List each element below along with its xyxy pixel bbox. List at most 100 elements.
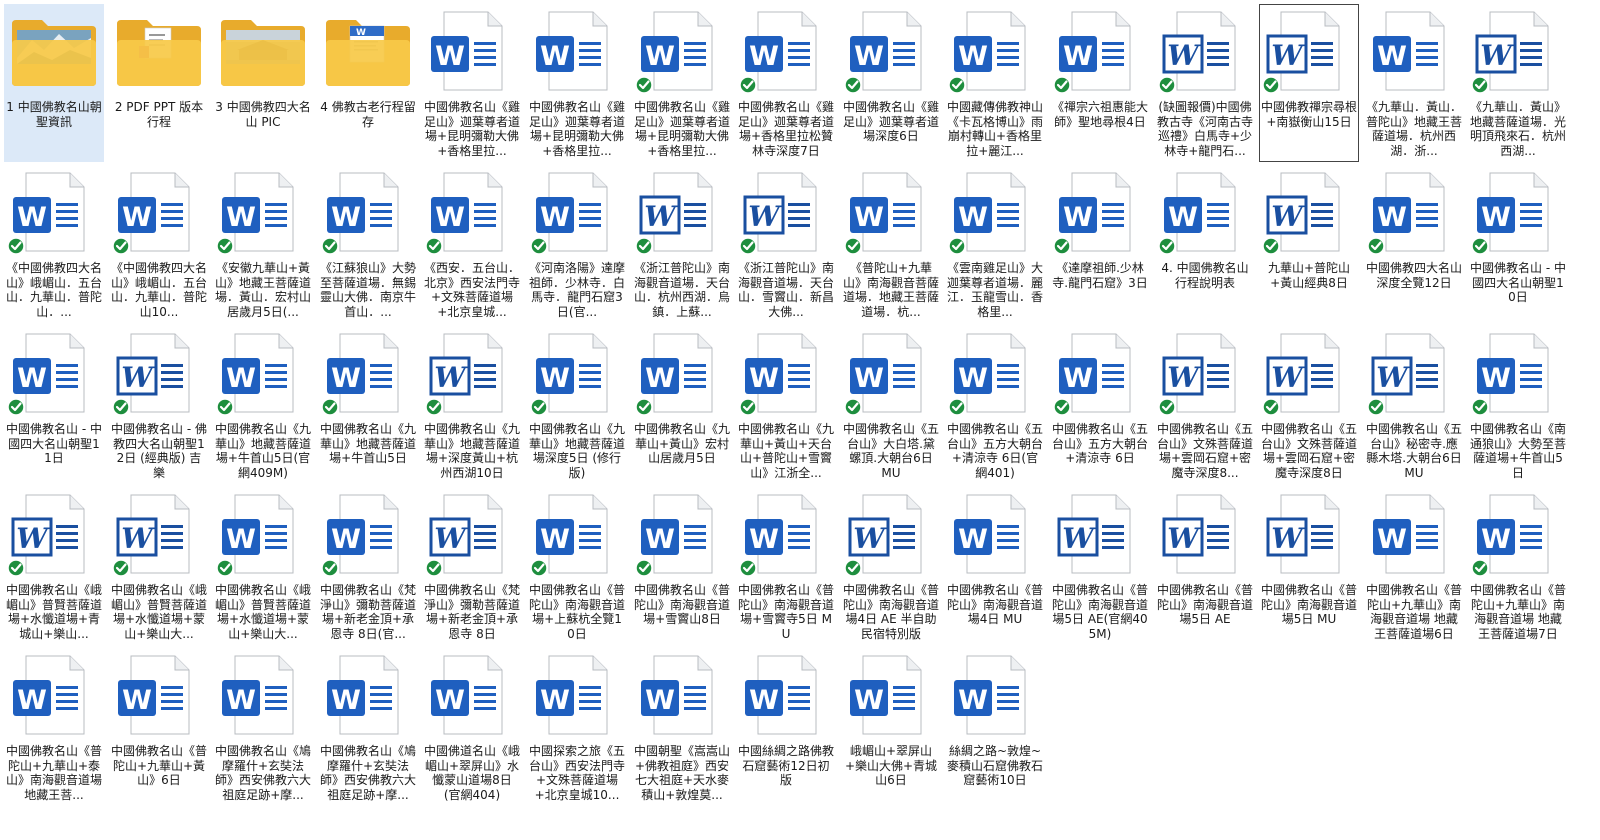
file-item[interactable]: W 中國佛教禪宗尋根+南嶽衡山15日 — [1259, 4, 1359, 162]
file-item[interactable]: W 《浙江普陀山》南海觀音道場．天台山．雪竇山．新昌大佛... — [736, 165, 836, 323]
file-item[interactable]: W 中國佛教名山《普陀山》南海觀音道場5日 AE(官網405M) — [1050, 487, 1150, 645]
file-item[interactable]: W 中國佛教四大名山深度全覽12日 — [1364, 165, 1464, 323]
file-item[interactable]: W 中國佛教名山《九華山》地藏菩薩道場+深度黃山+杭州西湖10日 — [422, 326, 522, 484]
file-item[interactable]: W 《江蘇狼山》大勢至菩薩道場．無錫靈山大佛．南京牛首山．... — [318, 165, 418, 323]
file-item[interactable]: W 中國佛教名山《普陀山》南海觀音道場5日 AE — [1155, 487, 1255, 645]
file-item[interactable]: W 中國佛教名山《普陀山》南海觀音道場+雪竇寺5日 MU — [736, 487, 836, 645]
file-item[interactable]: W 絲綢之路~敦煌~麥積山石窟佛教石窟藝術10日 — [945, 648, 1045, 806]
sync-check-icon — [1364, 326, 1464, 420]
file-item[interactable]: W 中國佛教名山《九華山》地藏菩薩道場+牛首山5日(官網409M) — [213, 326, 313, 484]
file-item[interactable]: W 《河南洛陽》達摩祖師．少林寺．白馬寺．龍門石窟3日(官... — [527, 165, 627, 323]
file-item[interactable]: W 中國佛教名山《峨嵋山》普賢菩薩道場+水懺道場+蒙山+樂山大... — [213, 487, 313, 645]
sync-check-icon — [1155, 326, 1255, 420]
file-item[interactable]: W 中國佛教名山《梵淨山》彌勒菩薩道場+新老金頂+承恩寺 8日(官... — [318, 487, 418, 645]
file-label: 中國佛教名山《普陀山+九華山+黃山》6日 — [111, 744, 207, 787]
file-item[interactable]: W 中國佛教名山《五台山》大白塔.黛螺頂.大朝台6日 MU — [841, 326, 941, 484]
file-item[interactable]: W 中國佛教名山《鳩摩羅什+玄奘法師》西安佛教六大祖庭足跡+摩... — [213, 648, 313, 806]
file-item[interactable]: W 中國佛教名山《峨嵋山》普賢菩薩道場+水懺道場+蒙山+樂山大... — [109, 487, 209, 645]
file-item[interactable]: W 中國藏傳佛教神山《卡瓦格博山》雨崩村轉山+香格里拉+麗江... — [945, 4, 1045, 162]
file-item[interactable]: W 《安徽九華山+黃山》地藏王菩薩道場．黃山．宏村山居歲月5日(... — [213, 165, 313, 323]
file-item[interactable]: W 中國佛教名山《梵淨山》彌勒菩薩道場+新老金頂+承恩寺 8日 — [422, 487, 522, 645]
file-item[interactable]: W 中國佛教名山《普陀山》南海觀音道場+上蘇杭全覽10日 — [527, 487, 627, 645]
file-item[interactable]: W 中國佛教名山《峨嵋山》普賢菩薩道場+水懺道場+青城山+樂山... — [4, 487, 104, 645]
word-document-icon: W — [4, 648, 104, 742]
file-label: (缺圖報價)中國佛教古寺《河南古寺巡禮》白馬寺+少林寺+龍門石... — [1157, 100, 1253, 158]
file-item[interactable]: W 九華山+普陀山+黃山經典8日 — [1259, 165, 1359, 323]
file-item[interactable]: W 中國佛教名山《普陀山+九華山+黃山》6日 — [109, 648, 209, 806]
file-item[interactable]: W 《中國佛教四大名山》峨嵋山．五台山．九華山．普陀山10... — [109, 165, 209, 323]
file-label: 中國佛教名山 - 中國四大名山朝聖10日 — [1470, 261, 1566, 304]
sync-check-icon — [1468, 487, 1568, 581]
file-item[interactable]: W 中國佛教名山《雞足山》迦葉尊者道場+昆明彌勒大佛+香格里拉... — [422, 4, 522, 162]
svg-text:W: W — [435, 41, 465, 72]
file-item[interactable]: W (缺圖報價)中國佛教古寺《河南古寺巡禮》白馬寺+少林寺+龍門石... — [1155, 4, 1255, 162]
file-item[interactable]: W 中國佛教名山《雞足山》迦葉尊者道場+昆明彌勒大佛+香格里拉... — [527, 4, 627, 162]
file-label: 4 佛教古老行程留存 — [320, 100, 416, 129]
file-item[interactable]: W 中國佛教名山 - 佛教四大名山朝聖12日 (經典版) 吉樂 — [109, 326, 209, 484]
file-item[interactable]: W 中國佛教名山《九華山》地藏菩薩道場深度5日 (修行版) — [527, 326, 627, 484]
file-item[interactable]: W 中國佛教名山《九華山》地藏菩薩道場+牛首山5日 — [318, 326, 418, 484]
file-label: 中國佛教名山《九華山》地藏菩薩道場+牛首山5日(官網409M) — [215, 422, 311, 480]
file-item[interactable]: W 中國佛教名山《九華山+黃山》宏村山居歲月5日 — [632, 326, 732, 484]
file-item[interactable]: W 中國佛教名山《雞足山》迦葉尊者道場深度6日 — [841, 4, 941, 162]
file-item[interactable]: W 中國佛教名山《普陀山》南海觀音道場4日 MU — [945, 487, 1045, 645]
sync-check-icon — [841, 487, 941, 581]
file-item[interactable]: W 中國佛教名山 - 中國四大名山朝聖10日 — [1468, 165, 1568, 323]
file-item[interactable]: W 《九華山．黃山．普陀山》地藏王菩薩道場．杭州西湖．浙... — [1364, 4, 1464, 162]
file-item[interactable]: W 中國佛教名山《五台山》秘密寺.應縣木塔.大朝台6日 MU — [1364, 326, 1464, 484]
file-item[interactable]: W 《九華山．黃山》地藏菩薩道場．光明頂飛來石．杭州西湖... — [1468, 4, 1568, 162]
file-item[interactable]: W 中國佛教名山《五台山》五方大朝台+清涼寺 6日 — [1050, 326, 1150, 484]
file-item[interactable]: W 中國佛教名山《普陀山》南海觀音道場+雪竇山8日 — [632, 487, 732, 645]
file-item[interactable]: W 中國佛教名山《五台山》文殊菩薩道場+雲岡石窟+密魔寺深度8日 — [1259, 326, 1359, 484]
file-item[interactable]: W 中國佛教名山《普陀山+九華山》南海觀音道場 地藏王菩薩道場7日 — [1468, 487, 1568, 645]
file-label: 《九華山．黃山》地藏菩薩道場．光明頂飛來石．杭州西湖... — [1470, 100, 1566, 158]
file-item[interactable]: W 《浙江普陀山》南海觀音道場．天台山．杭州西湖．烏鎮．上蘇... — [632, 165, 732, 323]
file-item[interactable]: W 中國佛教名山《雞足山》迦葉尊者道場+昆明彌勒大佛+香格里拉... — [632, 4, 732, 162]
word-document-icon: W — [422, 648, 522, 742]
folder-item[interactable]: W 4 佛教古老行程留存 — [318, 4, 418, 162]
folder-item[interactable]: 3 中國佛教四大名山 PIC — [213, 4, 313, 162]
sync-check-icon — [736, 4, 836, 98]
sync-check-icon — [945, 4, 1045, 98]
file-label: 中國朝聖《嵩嵩山+佛教祖庭》西安七大祖庭+天水麥積山+敦煌莫... — [634, 744, 730, 802]
file-item[interactable]: W 《雲南雞足山》大迦葉尊者道場．麗江．玉龍雪山．香格里... — [945, 165, 1045, 323]
file-label: 中國佛教名山《鳩摩羅什+玄奘法師》西安佛教六大祖庭足跡+摩... — [320, 744, 416, 802]
sync-check-icon — [736, 165, 836, 259]
file-item[interactable]: W 峨嵋山+翠屏山+樂山大佛+青城山6日 — [841, 648, 941, 806]
file-item[interactable]: W 中國佛教名山《普陀山+九華山》南海觀音道場 地藏王菩薩道場6日 — [1364, 487, 1464, 645]
file-item[interactable]: W 中國佛教名山 - 中國四大名山朝聖11日 — [4, 326, 104, 484]
file-label: 中國佛教名山《梵淨山》彌勒菩薩道場+新老金頂+承恩寺 8日(官... — [320, 583, 416, 641]
file-label: 中國佛教名山 - 中國四大名山朝聖11日 — [6, 422, 102, 465]
file-item[interactable]: W 中國佛教名山《五台山》五方大朝台+清涼寺 6日(官網401) — [945, 326, 1045, 484]
file-item[interactable]: W 中國佛教名山《雞足山》迦葉尊者道場+香格里拉松贊林寺深度7日 — [736, 4, 836, 162]
word-document-icon: W — [422, 4, 522, 98]
sync-check-icon — [318, 165, 418, 259]
file-item[interactable]: W 中國朝聖《嵩嵩山+佛教祖庭》西安七大祖庭+天水麥積山+敦煌莫... — [632, 648, 732, 806]
file-item[interactable]: W 《中國佛教四大名山》峨嵋山．五台山．九華山．普陀山．... — [4, 165, 104, 323]
file-label: 中國佛教名山《南通狼山》大勢至菩薩道場+牛首山5日 — [1470, 422, 1566, 480]
file-item[interactable]: W 中國佛教名山《普陀山+九華山+泰山》南海觀音道場 地藏王菩... — [4, 648, 104, 806]
file-item[interactable]: W 中國絲綢之路佛教石窟藝術12日初版 — [736, 648, 836, 806]
file-label: 中國藏傳佛教神山《卡瓦格博山》雨崩村轉山+香格里拉+麗江... — [947, 100, 1043, 158]
file-item[interactable]: W 中國探索之旅《五台山》西安法門寺+文殊菩薩道場+北京皇城10... — [527, 648, 627, 806]
file-item[interactable]: W 中國佛道名山《峨嵋山+翠屏山》水懺蒙山道場8日(官網404) — [422, 648, 522, 806]
sync-check-icon — [1468, 4, 1568, 98]
file-item[interactable]: W 《禪宗六祖惠能大師》聖地尋根4日 — [1050, 4, 1150, 162]
file-item[interactable]: W 4. 中國佛教名山行程說明表 — [1155, 165, 1255, 323]
sync-check-icon — [422, 326, 522, 420]
file-item[interactable]: W 中國佛教名山《鳩摩羅什+玄奘法師》西安佛教六大祖庭足跡+摩... — [318, 648, 418, 806]
file-item[interactable]: W 中國佛教名山《普陀山》南海觀音道場4日 AE 半自助民宿特別版 — [841, 487, 941, 645]
word-document-icon: W — [841, 648, 941, 742]
file-item[interactable]: W 中國佛教名山《九華山+黃山+天台山+普陀山+雪竇山》江浙全... — [736, 326, 836, 484]
folder-item[interactable]: 1 中國佛教名山朝聖資訊 — [4, 4, 104, 162]
file-item[interactable]: W 中國佛教名山《南通狼山》大勢至菩薩道場+牛首山5日 — [1468, 326, 1568, 484]
file-item[interactable]: W 中國佛教名山《普陀山》南海觀音道場5日 MU — [1259, 487, 1359, 645]
sync-check-icon — [527, 487, 627, 581]
file-item[interactable]: W 《達摩祖師.少林寺.龍門石窟》3日 — [1050, 165, 1150, 323]
file-item[interactable]: W 《西安．五台山．北京》西安法門寺+文殊菩薩道場+北京皇城... — [422, 165, 522, 323]
folder-item[interactable]: 2 PDF PPT 版本行程 — [109, 4, 209, 162]
file-item[interactable]: W 《普陀山+九華山》南海觀音菩薩道場．地藏王菩薩道場．杭... — [841, 165, 941, 323]
file-item[interactable]: W 中國佛教名山《五台山》文殊菩薩道場+雲岡石窟+密魔寺深度8... — [1155, 326, 1255, 484]
word-document-icon: W — [1155, 487, 1255, 581]
sync-check-icon — [1155, 165, 1255, 259]
